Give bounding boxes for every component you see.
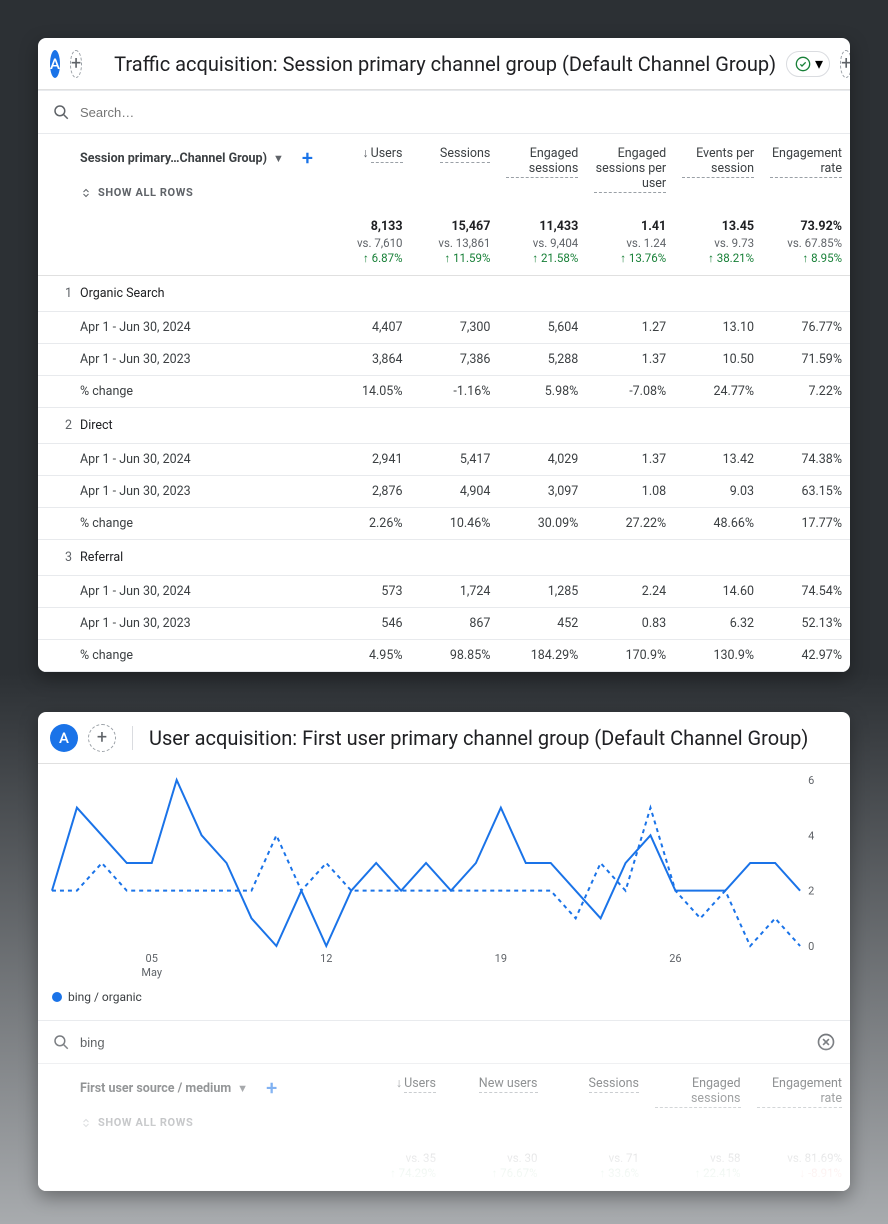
total-cell: vs. 30 ↑ 76.67%	[444, 1143, 546, 1191]
table-row: % change14.05%-1.16%5.98%-7.08%24.77%7.2…	[38, 376, 850, 408]
expand-icon	[80, 1117, 92, 1129]
total-cell: 8,133 vs. 7,610 ↑ 6.87%	[323, 213, 411, 276]
show-all-rows-button[interactable]: SHOW ALL ROWS	[80, 186, 315, 199]
add-button[interactable]: +	[840, 50, 850, 78]
totals-row: vs. 35 ↑ 74.29% vs. 30 ↑ 76.67% vs. 71 ↑…	[38, 1143, 850, 1191]
search-bar[interactable]	[38, 90, 850, 134]
table-row: Apr 1 - Jun 30, 20232,8764,9043,0971.089…	[38, 476, 850, 508]
arrow-down-icon: ↓	[362, 146, 368, 161]
table-row: Apr 1 - Jun 30, 20244,4077,3005,6041.271…	[38, 312, 850, 344]
add-comparison-button[interactable]: +	[88, 724, 116, 752]
svg-text:19: 19	[495, 952, 507, 965]
total-cell: 11,433 vs. 9,404 ↑ 21.58%	[498, 213, 586, 276]
table-row: Apr 1 - Jun 30, 20245731,7241,2852.2414.…	[38, 576, 850, 608]
table-row: % change2.26%10.46%30.09%27.22%48.66%17.…	[38, 508, 850, 540]
data-table: First user source / medium ▼ + SHOW ALL …	[38, 1064, 850, 1191]
report-title: User acquisition: First user primary cha…	[149, 726, 808, 750]
svg-text:2: 2	[808, 885, 814, 898]
col-new-users[interactable]: New users	[444, 1064, 546, 1143]
col-engaged-per-user[interactable]: Engaged sessions per user	[586, 134, 674, 213]
svg-text:6: 6	[808, 774, 814, 787]
caret-down-icon[interactable]: ▼	[273, 152, 284, 165]
svg-text:05: 05	[146, 952, 158, 965]
table-row: Apr 1 - Jun 30, 20235468674520.836.3252.…	[38, 608, 850, 640]
expand-icon	[80, 187, 92, 199]
total-cell: vs. 58 ↑ 22.41%	[647, 1143, 749, 1191]
legend-dot-icon	[52, 992, 62, 1002]
total-cell: vs. 71 ↑ 33.6%	[546, 1143, 648, 1191]
totals-row: 8,133 vs. 7,610 ↑ 6.87% 15,467 vs. 13,86…	[38, 213, 850, 276]
search-input[interactable]	[80, 105, 836, 120]
svg-text:12: 12	[320, 952, 332, 965]
caret-down-icon: ▾	[815, 54, 823, 73]
divider	[132, 726, 133, 750]
card-topbar: A + Traffic acquisition: Session primary…	[38, 38, 850, 90]
user-acquisition-card: A + User acquisition: First user primary…	[38, 712, 850, 1191]
check-circle-icon	[795, 56, 811, 72]
col-engagement-rate[interactable]: Engagement rate	[762, 134, 850, 213]
svg-text:May: May	[141, 966, 162, 979]
col-events-per-session[interactable]: Events per session	[674, 134, 762, 213]
traffic-acquisition-card: A + Traffic acquisition: Session primary…	[38, 38, 850, 672]
dimension-label[interactable]: First user source / medium	[80, 1081, 231, 1096]
chart-legend: bing / organic	[42, 986, 840, 1012]
arrow-down-icon: ↓	[396, 1076, 402, 1091]
card-topbar: A + User acquisition: First user primary…	[38, 712, 850, 764]
header-row: Session primary…Channel Group) ▼ + SHOW …	[38, 134, 850, 213]
table-row: Apr 1 - Jun 30, 20233,8647,3865,2881.371…	[38, 344, 850, 376]
legend-label: bing / organic	[68, 990, 142, 1004]
search-input[interactable]	[80, 1035, 816, 1050]
total-cell: vs. 35 ↑ 74.29%	[343, 1143, 445, 1191]
col-engaged-sessions[interactable]: Engaged sessions	[647, 1064, 749, 1143]
add-dimension-button[interactable]: +	[302, 146, 313, 170]
header-row: First user source / medium ▼ + SHOW ALL …	[38, 1064, 850, 1143]
col-sessions[interactable]: Sessions	[546, 1064, 648, 1143]
dimension-label[interactable]: Session primary…Channel Group)	[80, 151, 267, 166]
col-engaged-sessions[interactable]: Engaged sessions	[498, 134, 586, 213]
line-chart: 0 2 4 6 05 12 19 26 May bing / organic	[38, 764, 850, 1020]
avatar[interactable]: A	[50, 724, 78, 752]
avatar[interactable]: A	[50, 50, 60, 78]
total-cell: 1.41 vs. 1.24 ↑ 13.76%	[586, 213, 674, 276]
col-engagement-rate[interactable]: Engagement rate	[749, 1064, 851, 1143]
caret-down-icon[interactable]: ▼	[237, 1082, 248, 1095]
add-comparison-button[interactable]: +	[70, 50, 82, 78]
col-users[interactable]: ↓Users	[323, 134, 411, 213]
add-dimension-button[interactable]: +	[266, 1076, 277, 1100]
col-users[interactable]: ↓Users	[343, 1064, 445, 1143]
total-cell: 15,467 vs. 13,861 ↑ 11.59%	[411, 213, 499, 276]
search-bar[interactable]	[38, 1020, 850, 1064]
table-row[interactable]: 1Organic Search	[38, 276, 850, 312]
table-row: Apr 1 - Jun 30, 20242,9415,4174,0291.371…	[38, 444, 850, 476]
data-table: Session primary…Channel Group) ▼ + SHOW …	[38, 134, 850, 672]
report-title: Traffic acquisition: Session primary cha…	[114, 52, 776, 76]
table-row[interactable]: 2Direct	[38, 408, 850, 444]
svg-text:4: 4	[808, 829, 814, 842]
table-row[interactable]: 3Referral	[38, 540, 850, 576]
search-icon	[52, 103, 70, 121]
status-chip[interactable]: ▾	[786, 51, 830, 77]
col-sessions[interactable]: Sessions	[411, 134, 499, 213]
show-all-rows-button[interactable]: SHOW ALL ROWS	[80, 1116, 335, 1129]
clear-icon[interactable]	[816, 1032, 836, 1052]
total-cell: 13.45 vs. 9.73 ↑ 38.21%	[674, 213, 762, 276]
search-icon	[52, 1033, 70, 1051]
total-cell: vs. 81.69% ↓ -8.91%	[749, 1143, 851, 1191]
total-cell: 73.92% vs. 67.85% ↑ 8.95%	[762, 213, 850, 276]
svg-text:26: 26	[669, 952, 681, 965]
svg-text:0: 0	[808, 940, 814, 953]
table-row: % change4.95%98.85%184.29%170.9%130.9%42…	[38, 640, 850, 672]
